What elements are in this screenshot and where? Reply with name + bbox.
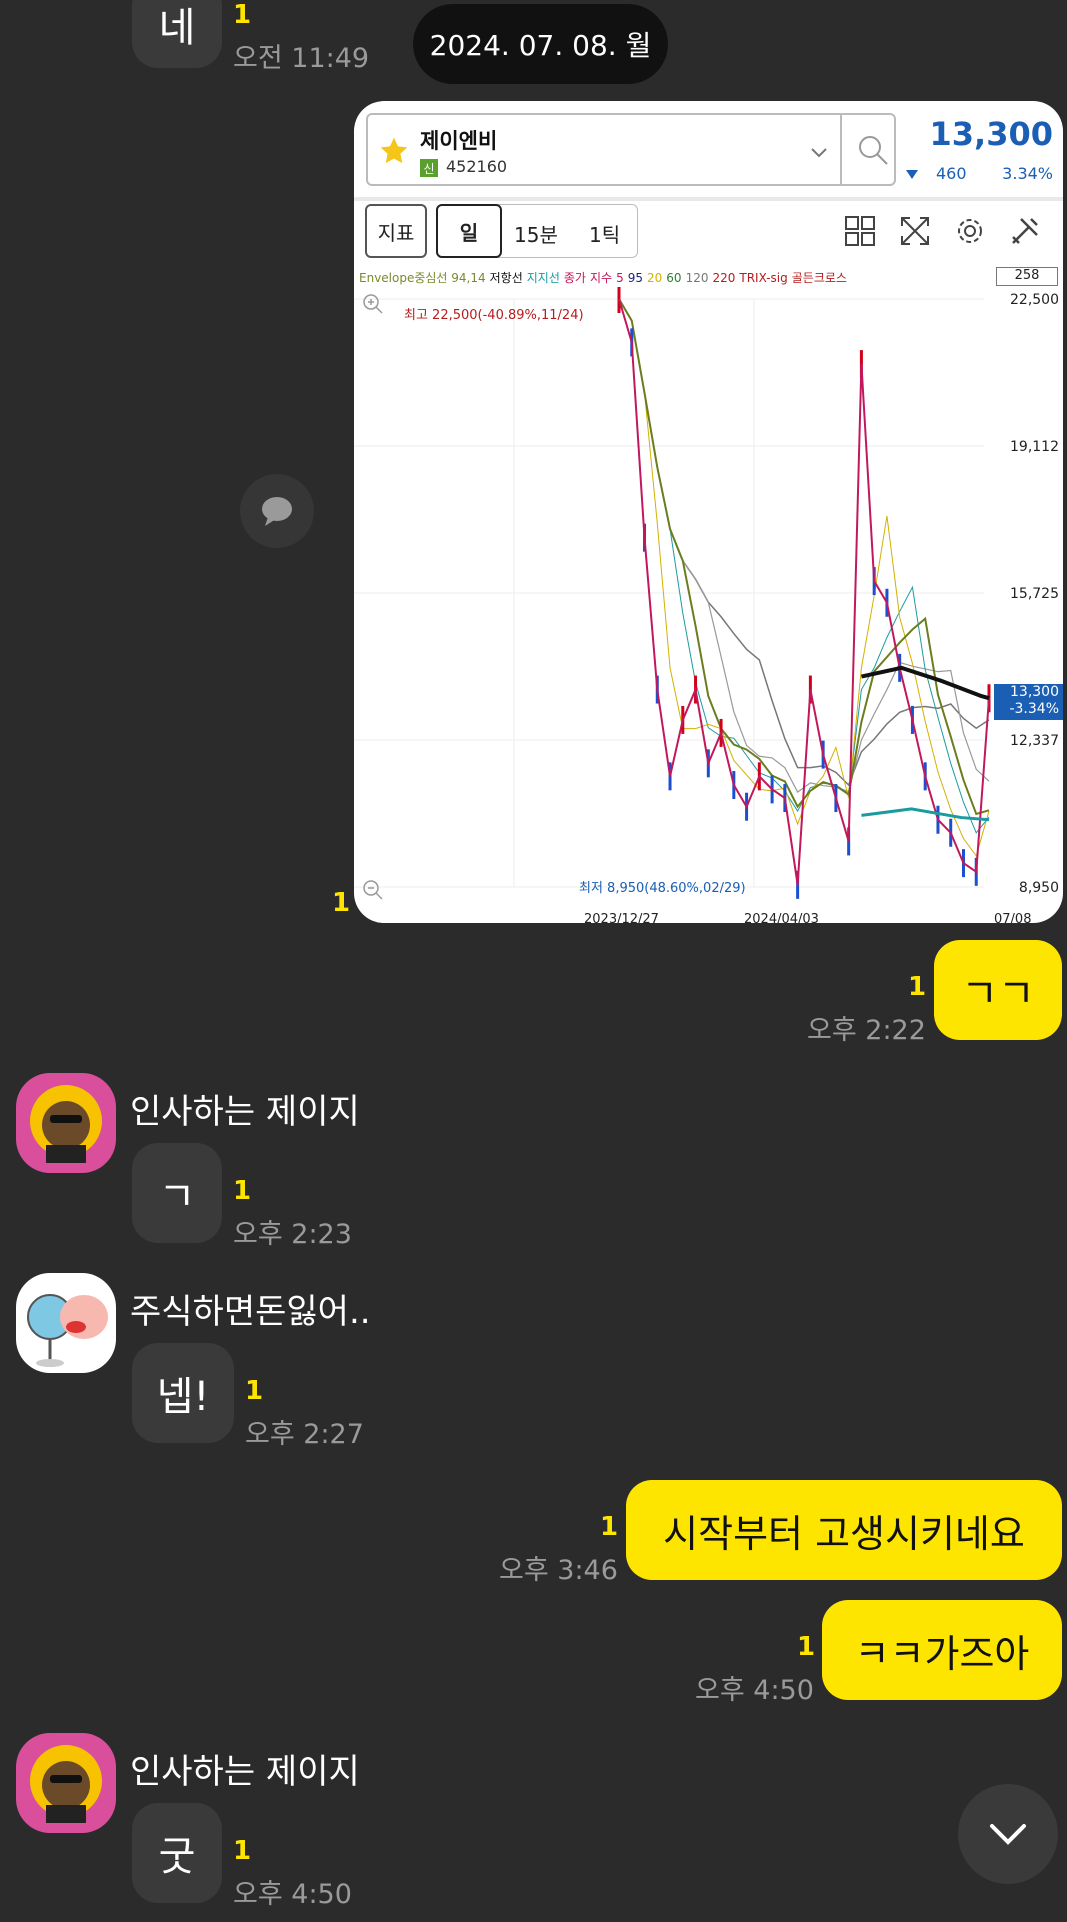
date-pill: 2024. 07. 08. 월 [413, 4, 668, 84]
price-tag-pct: -3.34% [1009, 701, 1059, 717]
message-bubble[interactable]: 시작부터 고생시키네요 [626, 1480, 1062, 1580]
expand-icon[interactable] [899, 215, 931, 247]
message-text: ㄱㄱ [961, 971, 1035, 1017]
message-text: 시작부터 고생시키네요 [663, 1511, 1025, 1556]
current-price: 13,300 [929, 115, 1053, 153]
count-box: 258 [996, 267, 1058, 286]
price-tag: 13,300 -3.34% [994, 684, 1063, 720]
legend-resist: 저항선 [489, 271, 523, 285]
star-icon[interactable] [378, 135, 410, 167]
legend-ma95: 95 [627, 271, 643, 285]
high-annotation: 최고 22,500(-40.89%,11/24) [404, 308, 584, 323]
tab-15min[interactable]: 15분 [514, 219, 558, 248]
message-bubble[interactable]: ㄱㄱ [934, 940, 1062, 1040]
message-text: ㄱ [158, 1174, 196, 1220]
message-time: 오후 4:50 [695, 1675, 814, 1706]
message-time: 오후 2:27 [245, 1419, 364, 1450]
legend-index: 지수 [589, 271, 613, 285]
low-annotation: 최저 8,950(48.60%,02/29) [579, 881, 746, 896]
y-tick-label: 12,337 [1010, 733, 1059, 749]
sender-name: 인사하는 제이지 [130, 1092, 360, 1132]
price-change: 460 [936, 164, 967, 183]
scroll-down-button[interactable] [958, 1784, 1058, 1884]
chevron-down-icon [990, 1824, 1026, 1845]
legend-envelope: Envelope중심선 94,14 [359, 271, 486, 285]
y-tick-label: 15,725 [1010, 586, 1059, 602]
unread-count: 1 [332, 888, 351, 918]
tab-day[interactable]: 일 [436, 204, 502, 258]
y-tick-label: 22,500 [1010, 292, 1059, 308]
divider [840, 115, 842, 184]
unread-count: 1 [797, 1632, 816, 1662]
stock-search-box[interactable]: 제이엔비 신 452160 [366, 113, 896, 186]
legend-ma20: 20 [647, 271, 663, 285]
unread-count: 1 [600, 1512, 619, 1542]
header-separator [354, 197, 1063, 201]
unread-count: 1 [245, 1376, 264, 1406]
support-line [861, 807, 990, 822]
sender-name: 주식하면돈잃어.. [130, 1292, 371, 1332]
message-text: 네 [158, 5, 196, 51]
legend-ma60: 60 [666, 271, 682, 285]
price-tag-value: 13,300 [1010, 684, 1059, 700]
zoom-in-icon[interactable] [362, 293, 384, 315]
price-chart: 22,500 19,112 15,725 12,337 8,950 2023/12/27 2… [354, 287, 1059, 923]
date-text: 2024. 07. 08. 월 [429, 29, 652, 62]
message-bubble[interactable]: ㄱ [132, 1143, 222, 1243]
unread-count: 1 [233, 1836, 252, 1866]
moving-average-line [618, 298, 990, 793]
legend-close: 종가 [563, 271, 586, 285]
unread-count: 1 [233, 1176, 252, 1206]
tab-1tick[interactable]: 1틱 [589, 219, 620, 248]
message-bubble[interactable]: 넵! [132, 1343, 234, 1443]
search-icon[interactable] [856, 133, 890, 167]
price-line [618, 298, 990, 885]
comment-icon[interactable] [240, 474, 314, 548]
unread-count: 1 [233, 0, 252, 30]
legend-support: 지지선 [526, 271, 560, 285]
chevron-down-icon[interactable] [808, 141, 830, 163]
x-tick-label: 07/08 [994, 912, 1031, 923]
zoom-out-icon[interactable] [362, 879, 384, 901]
message-bubble[interactable]: 굿 [132, 1803, 222, 1903]
message-time: 오전 11:49 [233, 43, 370, 74]
stock-name: 제이엔비 [420, 129, 498, 153]
layout-grid-icon[interactable] [844, 215, 876, 247]
legend-trix: TRIX-sig [739, 271, 788, 285]
unread-count: 1 [908, 972, 927, 1002]
message-time: 오후 2:23 [233, 1219, 352, 1250]
indicator-button[interactable]: 지표 [365, 204, 427, 258]
message-text: 굿 [158, 1834, 196, 1880]
message-text: ㅋㅋ가즈아 [854, 1631, 1030, 1676]
legend-ma120: 120 [685, 271, 709, 285]
avatar[interactable] [16, 1733, 116, 1833]
gear-icon[interactable] [954, 215, 986, 247]
message-text: 넵! [156, 1374, 210, 1420]
message-bubble[interactable]: ㅋㅋ가즈아 [822, 1600, 1062, 1700]
avatar[interactable] [16, 1273, 116, 1373]
message-time: 오후 3:46 [499, 1555, 618, 1586]
stock-chart-image[interactable]: 제이엔비 신 452160 13,300 460 3.34% 지표 일 15분 … [354, 101, 1063, 923]
resistance-line [860, 665, 990, 701]
sender-name: 인사하는 제이지 [130, 1752, 360, 1792]
message-bubble[interactable]: 네 [132, 0, 222, 68]
x-tick-label: 2023/12/27 [584, 912, 659, 923]
down-triangle-icon [906, 170, 918, 179]
message-time: 오후 2:22 [807, 1015, 926, 1046]
stock-code: 452160 [446, 157, 508, 176]
x-tick-label: 2024/04/03 [744, 912, 819, 923]
listing-badge: 신 [420, 159, 438, 177]
avatar[interactable] [16, 1073, 116, 1173]
legend-ma220: 220 [712, 271, 736, 285]
message-time: 오후 4:50 [233, 1879, 352, 1910]
legend-golden: 골든크로스 [791, 271, 847, 285]
tools-icon[interactable] [1009, 215, 1041, 247]
y-tick-label: 8,950 [1019, 880, 1059, 896]
y-tick-label: 19,112 [1010, 439, 1059, 455]
chart-legend: Envelope중심선 94,14 저항선 지지선 종가 지수 5 95 20 60 120 220… [359, 269, 851, 286]
legend-ma5: 5 [616, 271, 624, 285]
price-change-pct: 3.34% [1002, 164, 1053, 183]
